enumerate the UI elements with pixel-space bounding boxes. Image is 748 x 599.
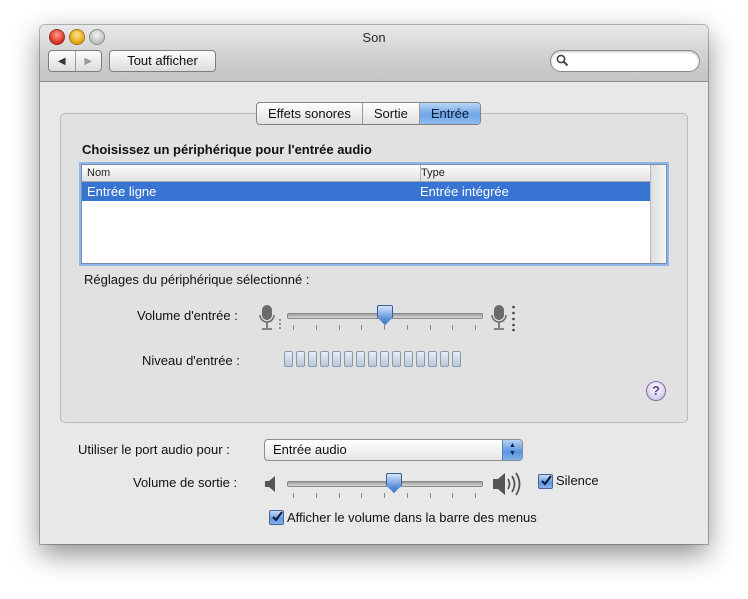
tab-output[interactable]: Sortie: [361, 103, 419, 124]
slider-tick: [475, 493, 476, 498]
microphone-icon: [491, 305, 507, 330]
slider-tick: [430, 325, 431, 330]
slider-tick: [339, 493, 340, 498]
table-header: Nom Type: [82, 165, 650, 182]
level-segment: [284, 351, 293, 367]
menubar-volume-checkbox[interactable]: [269, 510, 284, 525]
level-segment: [356, 351, 365, 367]
title-bar: Son ◀ ▶ Tout afficher: [40, 25, 708, 82]
input-device-table[interactable]: Nom Type Entrée ligne Entrée intégrée: [81, 164, 667, 264]
help-button[interactable]: ?: [646, 381, 666, 401]
level-segment: [308, 351, 317, 367]
speaker-high-icon: [493, 472, 521, 496]
level-segment: [344, 351, 353, 367]
forward-button[interactable]: ▶: [74, 51, 102, 71]
slider-tick: [361, 493, 362, 498]
level-segment: [416, 351, 425, 367]
search-field[interactable]: [550, 50, 700, 72]
output-volume-knob[interactable]: [386, 473, 402, 493]
level-segment: [440, 351, 449, 367]
tab-bar: Effets sonores Sortie Entrée: [256, 102, 482, 125]
output-volume-track: [287, 481, 483, 487]
slider-tick: [384, 325, 385, 330]
input-level-label: Niveau d'entrée :: [142, 353, 240, 368]
slider-tick: [452, 325, 453, 330]
back-forward-control: ◀ ▶: [48, 50, 102, 72]
slider-tick: [293, 325, 294, 330]
slider-tick: [339, 325, 340, 330]
audio-port-popup[interactable]: Entrée audio ▲ ▼: [264, 439, 523, 461]
level-segment: [404, 351, 413, 367]
table-scrollbar[interactable]: [650, 165, 666, 263]
row-name: Entrée ligne: [87, 184, 157, 199]
microphone-icon: [259, 305, 275, 330]
slider-tick: [316, 493, 317, 498]
popup-arrows-icon: ▲ ▼: [502, 440, 522, 460]
level-dots-high-icon: [512, 305, 515, 332]
level-segment: [332, 351, 341, 367]
input-volume-knob[interactable]: [377, 305, 393, 325]
tab-sound-effects[interactable]: Effets sonores: [257, 103, 362, 124]
slider-tick: [293, 493, 294, 498]
sound-preferences-window: Son ◀ ▶ Tout afficher Effets sonores Sor…: [40, 25, 708, 544]
tab-input[interactable]: Entrée: [418, 103, 481, 124]
slider-tick: [452, 493, 453, 498]
input-level-meter: [284, 351, 461, 367]
audio-port-value: Entrée audio: [273, 442, 347, 457]
level-segment: [368, 351, 377, 367]
output-volume-label: Volume de sortie :: [133, 475, 238, 490]
slider-tick: [407, 325, 408, 330]
table-row[interactable]: Entrée ligne Entrée intégrée: [82, 182, 650, 201]
output-volume-slider[interactable]: [287, 473, 483, 501]
level-segment: [428, 351, 437, 367]
audio-port-label: Utiliser le port audio pour :: [78, 442, 230, 457]
show-all-button[interactable]: Tout afficher: [109, 50, 216, 72]
input-tab-panel: [60, 113, 688, 423]
checkmark-icon: [541, 475, 552, 486]
slider-tick: [475, 325, 476, 330]
column-header-name[interactable]: Nom: [82, 165, 421, 181]
level-dots-low-icon: [279, 319, 281, 329]
slider-tick: [316, 325, 317, 330]
search-icon: [556, 54, 569, 67]
slider-tick: [407, 493, 408, 498]
menubar-volume-label[interactable]: Afficher le volume dans la barre des men…: [287, 510, 537, 525]
speaker-low-icon: [265, 476, 275, 492]
level-segment: [392, 351, 401, 367]
input-volume-slider[interactable]: [287, 305, 483, 333]
slider-tick: [384, 493, 385, 498]
level-segment: [452, 351, 461, 367]
mute-label[interactable]: Silence: [556, 473, 599, 488]
slider-tick: [361, 325, 362, 330]
device-heading: Choisissez un périphérique pour l'entrée…: [82, 142, 372, 157]
window-title: Son: [362, 30, 386, 45]
column-header-type[interactable]: Type: [421, 165, 445, 181]
slider-tick: [430, 493, 431, 498]
checkmark-icon: [272, 511, 283, 522]
level-segment: [296, 351, 305, 367]
input-volume-label: Volume d'entrée :: [137, 308, 238, 323]
row-type: Entrée intégrée: [420, 184, 509, 199]
device-settings-label: Réglages du périphérique sélectionné :: [84, 272, 310, 287]
back-button[interactable]: ◀: [49, 51, 75, 71]
level-segment: [380, 351, 389, 367]
mute-checkbox[interactable]: [538, 474, 553, 489]
level-segment: [320, 351, 329, 367]
